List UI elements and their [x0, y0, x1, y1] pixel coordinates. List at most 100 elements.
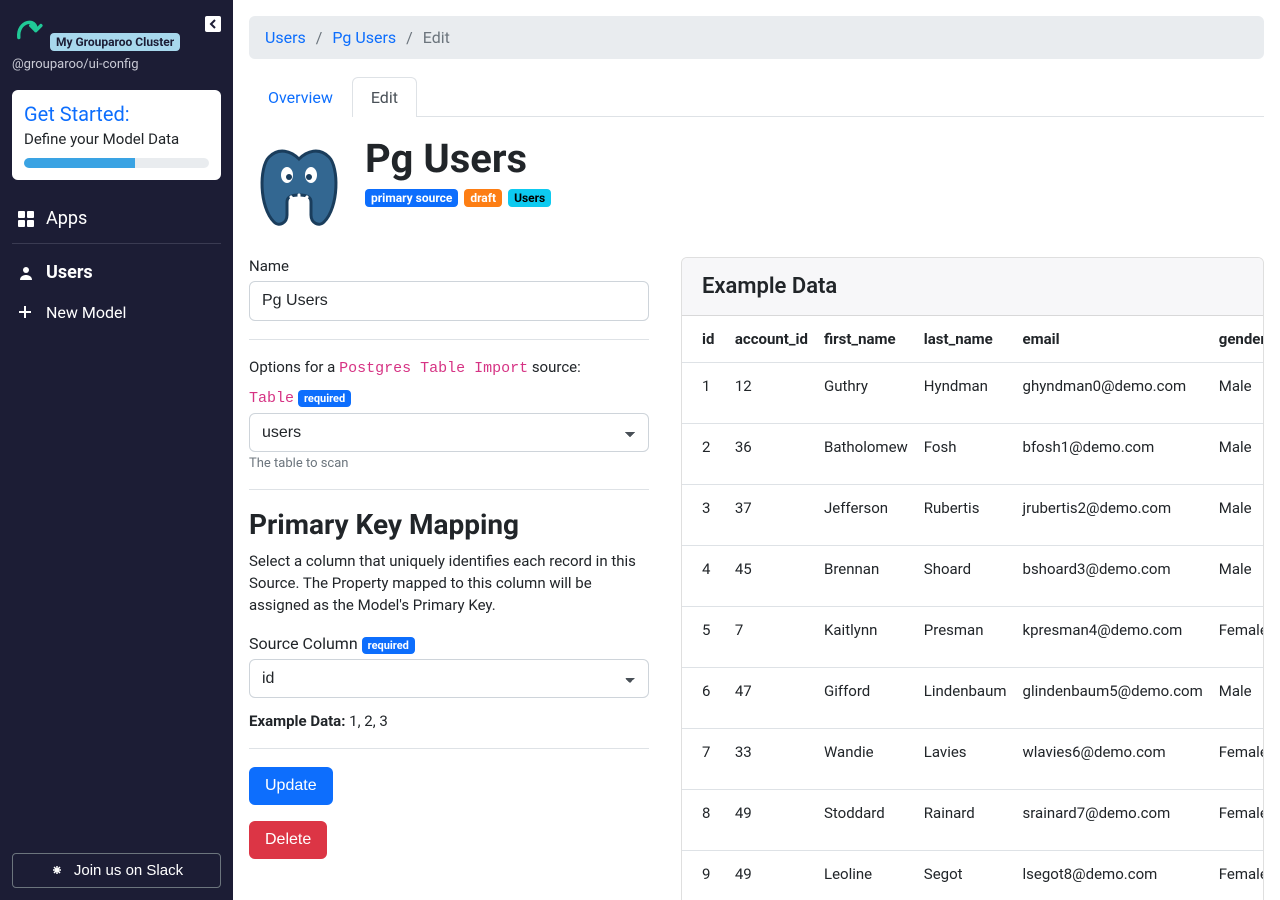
- cluster-name-badge: My Grouparoo Cluster: [50, 33, 180, 51]
- tab-edit[interactable]: Edit: [352, 77, 417, 117]
- cell-first_name: Batholomew: [816, 424, 916, 485]
- cell-gender: Female: [1211, 729, 1263, 790]
- cell-last_name: Segot: [916, 851, 1015, 900]
- cell-gender: Male: [1211, 363, 1263, 424]
- cell-email: jrubertis2@demo.com: [1015, 485, 1211, 546]
- table-row: 112GuthryHyndmanghyndman0@demo.comMale4: [682, 363, 1263, 424]
- cell-gender: Male: [1211, 424, 1263, 485]
- badge-model: Users: [508, 189, 551, 207]
- cell-email: bshoard3@demo.com: [1015, 546, 1211, 607]
- table-row: 236BatholomewFoshbfosh1@demo.comMale2: [682, 424, 1263, 485]
- cell-email: kpresman4@demo.com: [1015, 607, 1211, 668]
- breadcrumb-bar: Users / Pg Users / Edit: [249, 16, 1264, 59]
- slack-icon: [50, 863, 66, 879]
- breadcrumb-sep: /: [316, 28, 323, 47]
- col-gender: gender: [1211, 316, 1263, 363]
- get-started-subtitle: Define your Model Data: [24, 130, 209, 148]
- cell-last_name: Fosh: [916, 424, 1015, 485]
- required-badge: required: [362, 637, 415, 654]
- col-account_id: account_id: [727, 316, 816, 363]
- breadcrumb-edit: Edit: [423, 28, 450, 47]
- options-suffix: source:: [528, 358, 581, 376]
- join-slack-button[interactable]: Join us on Slack: [12, 853, 221, 888]
- sidebar-item-label: Users: [46, 262, 93, 283]
- tabs: Overview Edit: [249, 77, 1264, 117]
- example-data-line: Example Data: 1, 2, 3: [249, 712, 649, 730]
- collapse-sidebar-button[interactable]: [205, 16, 221, 36]
- example-data-table-wrap[interactable]: idaccount_idfirst_namelast_nameemailgend…: [682, 316, 1263, 900]
- table-row: 733WandieLavieswlavies6@demo.comFemale1: [682, 729, 1263, 790]
- delete-button[interactable]: Delete: [249, 821, 327, 859]
- page-header: Pg Users primary source draft Users: [249, 137, 1264, 237]
- table-body: 112GuthryHyndmanghyndman0@demo.comMale42…: [682, 363, 1263, 900]
- table-row: 849StoddardRainardsrainard7@demo.comFema…: [682, 790, 1263, 851]
- package-name: @grouparoo/ui-config: [12, 57, 221, 72]
- get-started-progress-bar: [24, 158, 135, 168]
- edit-form: Name Options for a Postgres Table Import…: [249, 257, 649, 859]
- cell-account_id: 36: [727, 424, 816, 485]
- breadcrumb-users[interactable]: Users: [265, 28, 306, 47]
- cell-first_name: Stoddard: [816, 790, 916, 851]
- table-row: 647GiffordLindenbaumglindenbaum5@demo.co…: [682, 668, 1263, 729]
- col-email: email: [1015, 316, 1211, 363]
- cell-account_id: 45: [727, 546, 816, 607]
- sidebar-item-new-model[interactable]: New Model: [12, 293, 221, 332]
- divider: [249, 489, 649, 490]
- cell-account_id: 7: [727, 607, 816, 668]
- sidebar-item-apps[interactable]: Apps: [12, 198, 221, 239]
- cell-last_name: Lindenbaum: [916, 668, 1015, 729]
- divider: [249, 339, 649, 340]
- cell-gender: Male: [1211, 546, 1263, 607]
- cell-first_name: Leoline: [816, 851, 916, 900]
- cell-gender: Male: [1211, 485, 1263, 546]
- cell-email: glindenbaum5@demo.com: [1015, 668, 1211, 729]
- cell-last_name: Lavies: [916, 729, 1015, 790]
- options-prefix: Options for a: [249, 358, 339, 376]
- breadcrumb-pg-users[interactable]: Pg Users: [332, 28, 396, 47]
- table-row: 445BrennanShoardbshoard3@demo.comMale2: [682, 546, 1263, 607]
- cell-first_name: Gifford: [816, 668, 916, 729]
- logo-area: My Grouparoo Cluster @grouparoo/ui-confi…: [12, 12, 221, 82]
- name-label: Name: [249, 257, 649, 275]
- sidebar-item-label: New Model: [46, 303, 126, 322]
- plus-icon: [18, 305, 34, 321]
- cell-last_name: Hyndman: [916, 363, 1015, 424]
- col-id: id: [682, 316, 727, 363]
- cell-last_name: Rubertis: [916, 485, 1015, 546]
- source-column-select[interactable]: id: [249, 659, 649, 698]
- page-title: Pg Users: [365, 137, 551, 181]
- cell-account_id: 49: [727, 790, 816, 851]
- breadcrumb-sep: /: [406, 28, 413, 47]
- tab-overview[interactable]: Overview: [249, 77, 352, 117]
- col-first_name: first_name: [816, 316, 916, 363]
- cell-email: ghyndman0@demo.com: [1015, 363, 1211, 424]
- get-started-card[interactable]: Get Started: Define your Model Data: [12, 90, 221, 180]
- update-button[interactable]: Update: [249, 767, 333, 805]
- cell-first_name: Wandie: [816, 729, 916, 790]
- sidebar-item-label: Apps: [46, 208, 87, 229]
- cell-first_name: Brennan: [816, 546, 916, 607]
- breadcrumb: Users / Pg Users / Edit: [265, 28, 1248, 47]
- cell-gender: Male: [1211, 668, 1263, 729]
- badge-draft: draft: [464, 189, 502, 207]
- table-select[interactable]: users: [249, 413, 649, 452]
- cell-id: 8: [682, 790, 727, 851]
- source-column-label: Source Column: [249, 634, 358, 653]
- cell-first_name: Kaitlynn: [816, 607, 916, 668]
- table-row: 337JeffersonRubertisjrubertis2@demo.comM…: [682, 485, 1263, 546]
- sidebar-item-users[interactable]: Users: [12, 252, 221, 293]
- badge-primary-source: primary source: [365, 189, 458, 207]
- divider: [249, 748, 649, 749]
- apps-icon: [18, 211, 34, 227]
- cell-account_id: 12: [727, 363, 816, 424]
- cell-email: srainard7@demo.com: [1015, 790, 1211, 851]
- name-input[interactable]: [249, 281, 649, 321]
- table-label: Table: [249, 390, 294, 407]
- user-icon: [18, 265, 34, 281]
- chevron-left-box-icon: [205, 16, 221, 32]
- cell-email: bfosh1@demo.com: [1015, 424, 1211, 485]
- get-started-progress: [24, 158, 209, 168]
- cell-last_name: Presman: [916, 607, 1015, 668]
- cell-last_name: Rainard: [916, 790, 1015, 851]
- cell-account_id: 47: [727, 668, 816, 729]
